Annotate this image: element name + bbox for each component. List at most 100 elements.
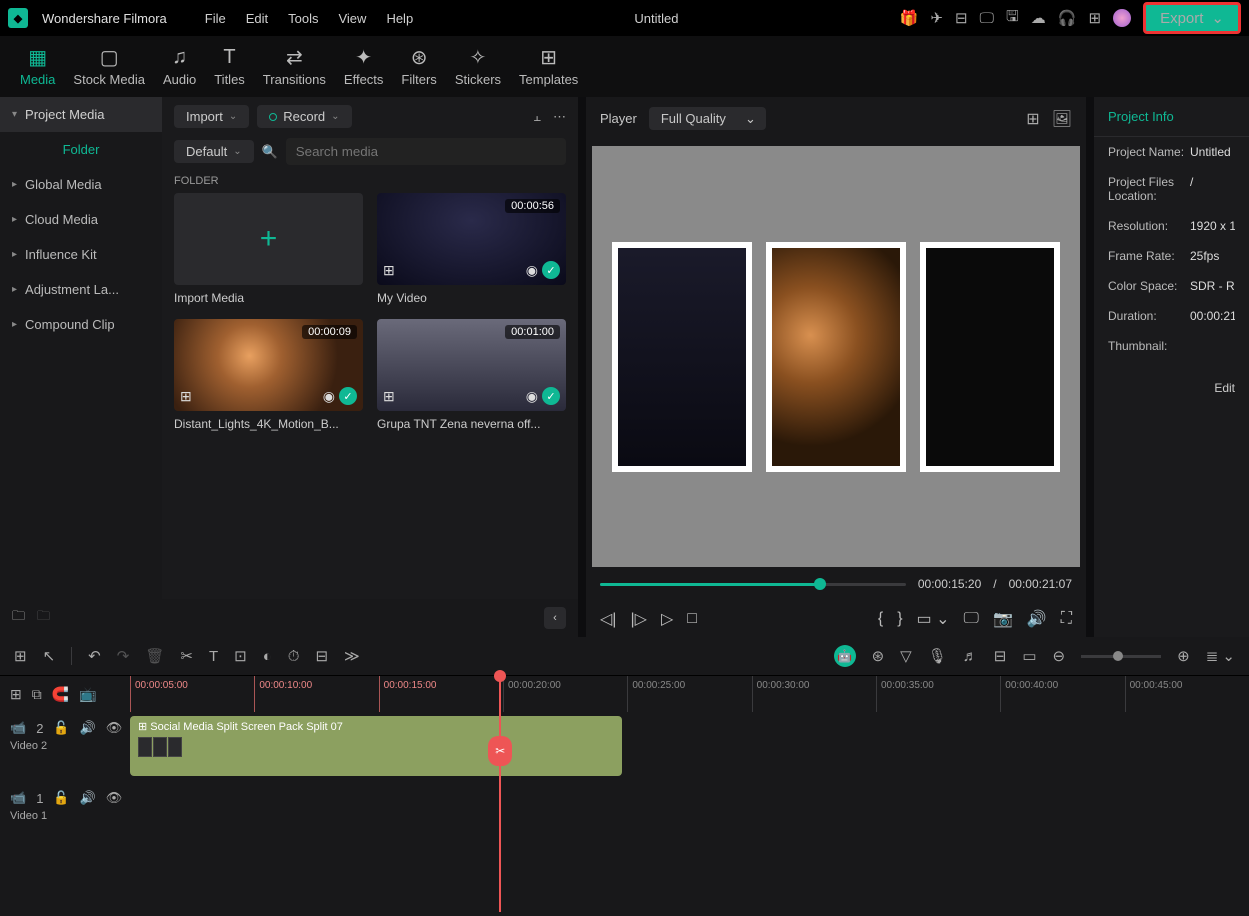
timeline-ruler[interactable]: 00:00:05:00 00:00:10:00 00:00:15:00 00:0… — [130, 676, 1249, 712]
mute-icon[interactable]: 🔊 — [80, 790, 96, 806]
group-icon[interactable]: ⊟ — [315, 647, 328, 665]
gift-icon[interactable]: 🎁 — [900, 9, 919, 27]
edit-button[interactable]: Edit — [1108, 381, 1235, 395]
layout-icon[interactable]: ⊞ — [14, 647, 27, 665]
marker-icon[interactable]: ▽ — [900, 647, 912, 665]
menu-tools[interactable]: Tools — [288, 11, 318, 26]
eye-icon[interactable]: 👁 — [106, 790, 123, 806]
eye-icon[interactable]: 👁 — [106, 720, 123, 736]
track-body[interactable]: ⊞ Social Media Split Screen Pack Split 0… — [130, 712, 1249, 782]
zoom-slider[interactable] — [1081, 655, 1161, 658]
music-icon[interactable]: ♬ — [963, 648, 978, 665]
cut-icon[interactable]: ✂ — [180, 647, 193, 665]
grid-view-icon[interactable]: ⊞ — [1026, 109, 1039, 129]
menu-edit[interactable]: Edit — [246, 11, 268, 26]
zoom-thumb[interactable] — [1113, 651, 1123, 661]
lock-icon[interactable]: 🔓 — [53, 720, 69, 736]
undo-icon[interactable]: ↶ — [88, 647, 101, 665]
nav-folder[interactable]: Folder — [0, 132, 162, 167]
next-frame-icon[interactable]: |▷ — [630, 609, 646, 629]
new-folder-icon[interactable]: 🗀 — [12, 607, 25, 629]
text-icon[interactable]: T — [209, 648, 218, 665]
media-item[interactable]: 00:01:00 ⊞ ◉ ✓ Grupa TNT Zena neverna of… — [377, 319, 566, 431]
timeline-clip[interactable]: ⊞ Social Media Split Screen Pack Split 0… — [130, 716, 622, 776]
scissor-icon[interactable]: ✂ — [488, 736, 512, 766]
nav-adjustment-layer[interactable]: ▸Adjustment La... — [0, 272, 162, 307]
zoom-in-icon[interactable]: ⊕ — [1177, 647, 1190, 665]
ai-icon[interactable]: 🤖 — [834, 645, 856, 667]
export-button[interactable]: Export ⌄ — [1143, 2, 1241, 34]
tab-titles[interactable]: TTitles — [214, 46, 245, 87]
tab-stock-media[interactable]: ▢Stock Media — [73, 46, 145, 87]
snapshot-icon[interactable]: 📷 — [993, 609, 1013, 629]
picture-icon[interactable]: 🖼 — [1052, 109, 1072, 129]
tab-transitions[interactable]: ⇄Transitions — [263, 46, 326, 87]
menu-help[interactable]: Help — [386, 11, 413, 26]
media-item[interactable]: 00:00:09 ⊞ ◉ ✓ Distant_Lights_4K_Motion_… — [174, 319, 363, 431]
magnet-icon[interactable]: 🧲 — [52, 686, 69, 703]
media-item[interactable]: 00:00:56 ⊞ ◉ ✓ My Video — [377, 193, 566, 305]
send-icon[interactable]: ✈ — [930, 9, 943, 27]
settings-icon[interactable]: ⊛ — [872, 647, 885, 665]
nav-cloud-media[interactable]: ▸Cloud Media — [0, 202, 162, 237]
record-button[interactable]: Record⌄ — [257, 105, 351, 128]
mute-icon[interactable]: 🔊 — [80, 720, 96, 736]
tab-filters[interactable]: ⊛Filters — [401, 46, 436, 87]
prev-frame-icon[interactable]: ◁| — [600, 609, 616, 629]
sort-button[interactable]: Default⌄ — [174, 140, 254, 163]
mark-in-icon[interactable]: { — [878, 610, 883, 628]
delete-icon[interactable]: 🗑 — [145, 647, 164, 665]
caption-icon[interactable]: ▭ — [1022, 647, 1036, 665]
crop-icon[interactable]: ⊡ — [234, 647, 247, 665]
render-icon[interactable]: ⊟ — [994, 647, 1007, 665]
tab-effects[interactable]: ✦Effects — [344, 46, 384, 87]
link-icon[interactable]: ⧉ — [32, 686, 42, 703]
zoom-out-icon[interactable]: ⊖ — [1053, 647, 1066, 665]
playhead[interactable]: ✂ — [499, 676, 501, 912]
progress-thumb[interactable] — [814, 578, 826, 590]
more-arrow-icon[interactable]: ≫ — [344, 647, 360, 665]
progress-bar[interactable] — [600, 583, 906, 586]
save-icon[interactable]: 🖫 — [1006, 6, 1019, 31]
headphones-icon[interactable]: 🎧 — [1058, 9, 1077, 27]
collapse-button[interactable]: ‹ — [544, 607, 566, 629]
play-icon[interactable]: ▷ — [661, 609, 673, 629]
nav-influence-kit[interactable]: ▸Influence Kit — [0, 237, 162, 272]
nav-global-media[interactable]: ▸Global Media — [0, 167, 162, 202]
mic-icon[interactable]: 🎙 — [928, 647, 947, 665]
track-body[interactable] — [130, 782, 1249, 852]
import-button[interactable]: Import⌄ — [174, 105, 249, 128]
search-input[interactable] — [286, 138, 566, 165]
tab-templates[interactable]: ⊞Templates — [519, 46, 578, 87]
volume-icon[interactable]: 🔊 — [1027, 609, 1047, 629]
nav-project-media[interactable]: ▾Project Media — [0, 97, 162, 132]
bin-icon[interactable]: 🗀 — [37, 607, 50, 629]
cloud-icon[interactable]: ☁ — [1031, 9, 1046, 27]
color-icon[interactable]: ◐ — [263, 648, 272, 665]
quality-select[interactable]: Full Quality — [649, 107, 766, 130]
lock-icon[interactable]: 🔓 — [53, 790, 69, 806]
redo-icon[interactable]: ↷ — [117, 647, 130, 665]
more-icon[interactable]: ⋯ — [553, 109, 566, 125]
monitor-icon[interactable]: 🖵 — [964, 610, 979, 628]
display-icon[interactable]: 🖵 — [980, 10, 994, 27]
filter-icon[interactable]: ⫠ — [533, 109, 541, 125]
tv-icon[interactable]: 📺 — [79, 686, 96, 703]
feedback-icon[interactable]: ⊟ — [955, 9, 968, 27]
preview-canvas[interactable] — [592, 146, 1080, 567]
ratio-icon[interactable]: ▭ ⌄ — [917, 609, 950, 629]
nav-compound-clip[interactable]: ▸Compound Clip — [0, 307, 162, 342]
mark-out-icon[interactable]: } — [897, 610, 902, 628]
tab-media[interactable]: ▦Media — [20, 46, 55, 87]
qr-icon[interactable]: ⊞ — [1088, 9, 1101, 27]
avatar[interactable] — [1113, 9, 1131, 27]
fullscreen-icon[interactable]: ⛶ — [1061, 610, 1072, 628]
menu-view[interactable]: View — [338, 11, 366, 26]
cursor-icon[interactable]: ↖ — [43, 647, 56, 665]
tab-audio[interactable]: ♫Audio — [163, 46, 196, 87]
menu-file[interactable]: File — [205, 11, 226, 26]
media-item-import[interactable]: + Import Media — [174, 193, 363, 305]
tab-stickers[interactable]: ✧Stickers — [455, 46, 501, 87]
speed-icon[interactable]: ⏱ — [288, 648, 300, 665]
list-icon[interactable]: ≣ ⌄ — [1206, 647, 1235, 665]
